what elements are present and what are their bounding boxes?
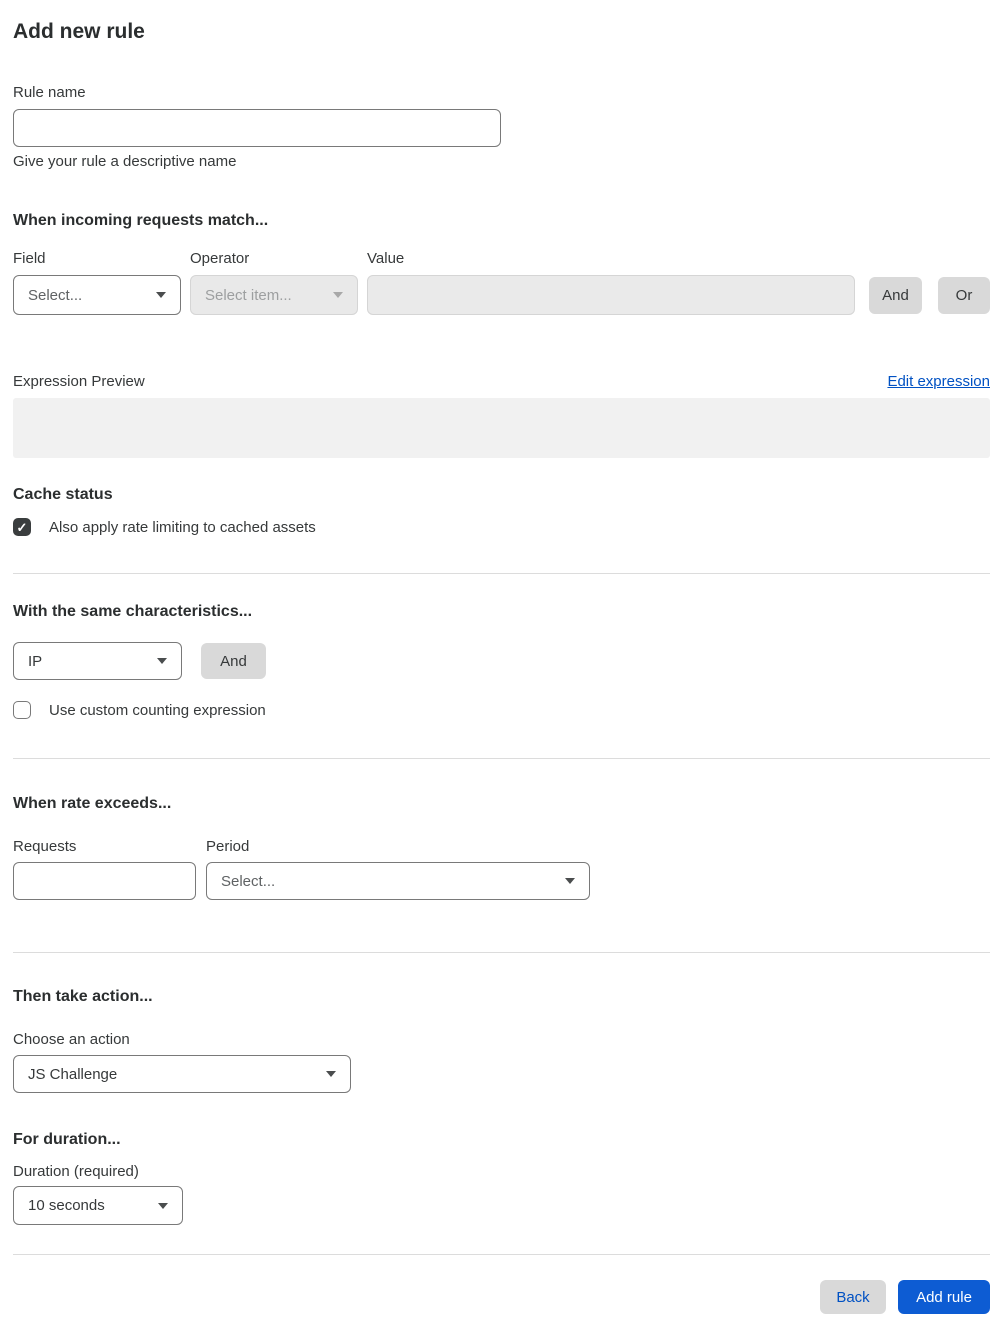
operator-label: Operator (190, 250, 250, 267)
match-condition-row: Field Select... Operator Select item... … (13, 250, 990, 315)
rule-name-helper: Give your rule a descriptive name (13, 153, 237, 170)
operator-select: Select item... (190, 275, 358, 315)
section-divider (13, 758, 990, 759)
duration-select[interactable]: 10 seconds (13, 1186, 183, 1225)
action-label: Choose an action (13, 1031, 130, 1048)
and-characteristic-button[interactable]: And (201, 643, 266, 679)
field-label: Field (13, 250, 46, 267)
requests-input[interactable] (13, 862, 196, 900)
action-select-value: JS Challenge (28, 1065, 118, 1083)
chevron-down-icon (565, 878, 575, 884)
add-rule-button[interactable]: Add rule (898, 1280, 990, 1314)
expression-preview-label: Expression Preview (13, 373, 145, 390)
characteristic-select[interactable]: IP (13, 642, 182, 680)
chevron-down-icon (157, 658, 167, 664)
or-condition-button[interactable]: Or (938, 277, 990, 314)
period-label: Period (206, 838, 250, 855)
rule-name-input[interactable] (13, 109, 501, 147)
add-rule-form: Add new rule Rule name Give your rule a … (0, 0, 1002, 1314)
counting-expression-checkbox[interactable] (13, 701, 31, 719)
operator-select-value: Select item... (205, 286, 292, 304)
expression-preview-header: Expression Preview Edit expression (13, 373, 990, 390)
field-select-value: Select... (28, 286, 83, 304)
rule-name-label: Rule name (13, 84, 86, 101)
characteristic-select-value: IP (28, 652, 43, 670)
period-select[interactable]: Select... (206, 862, 590, 900)
cached-assets-checkbox-label: Also apply rate limiting to cached asset… (49, 518, 316, 536)
characteristics-row: IP And (13, 642, 990, 680)
cache-status-heading: Cache status (13, 486, 113, 503)
action-select[interactable]: JS Challenge (13, 1055, 351, 1093)
value-label: Value (367, 250, 405, 267)
duration-select-value: 10 seconds (28, 1197, 105, 1214)
and-condition-button[interactable]: And (869, 277, 922, 314)
footer-divider (13, 1254, 990, 1255)
duration-heading: For duration... (13, 1131, 121, 1148)
section-divider (13, 573, 990, 574)
cache-status-checkbox-row: ✓ Also apply rate limiting to cached ass… (13, 518, 990, 536)
page-title: Add new rule (13, 20, 145, 43)
value-input (367, 275, 855, 315)
footer-actions: Back Add rule (13, 1280, 990, 1314)
chevron-down-icon (158, 1202, 168, 1209)
field-column: Field Select... (13, 250, 181, 315)
rate-heading: When rate exceeds... (13, 795, 172, 812)
cached-assets-checkbox[interactable]: ✓ (13, 518, 31, 536)
rule-name-group: Rule name Give your rule a descriptive n… (13, 84, 990, 170)
requests-column: Requests (13, 838, 196, 900)
back-button[interactable]: Back (820, 1280, 886, 1314)
field-select[interactable]: Select... (13, 275, 181, 315)
action-heading: Then take action... (13, 988, 153, 1005)
characteristics-heading: With the same characteristics... (13, 603, 253, 620)
counting-expression-checkbox-row: Use custom counting expression (13, 701, 990, 719)
expression-preview-box (13, 398, 990, 458)
chevron-down-icon (326, 1071, 336, 1077)
edit-expression-link[interactable]: Edit expression (887, 373, 990, 390)
period-column: Period Select... (206, 838, 590, 900)
requests-label: Requests (13, 838, 77, 855)
period-select-value: Select... (221, 872, 276, 890)
value-column: Value (367, 250, 855, 315)
counting-expression-checkbox-label: Use custom counting expression (49, 701, 266, 719)
match-section-heading: When incoming requests match... (13, 212, 269, 229)
operator-column: Operator Select item... (190, 250, 358, 315)
chevron-down-icon (333, 292, 343, 298)
chevron-down-icon (156, 292, 166, 298)
rate-row: Requests Period Select... (13, 838, 990, 900)
section-divider (13, 952, 990, 953)
duration-label: Duration (required) (13, 1163, 139, 1180)
